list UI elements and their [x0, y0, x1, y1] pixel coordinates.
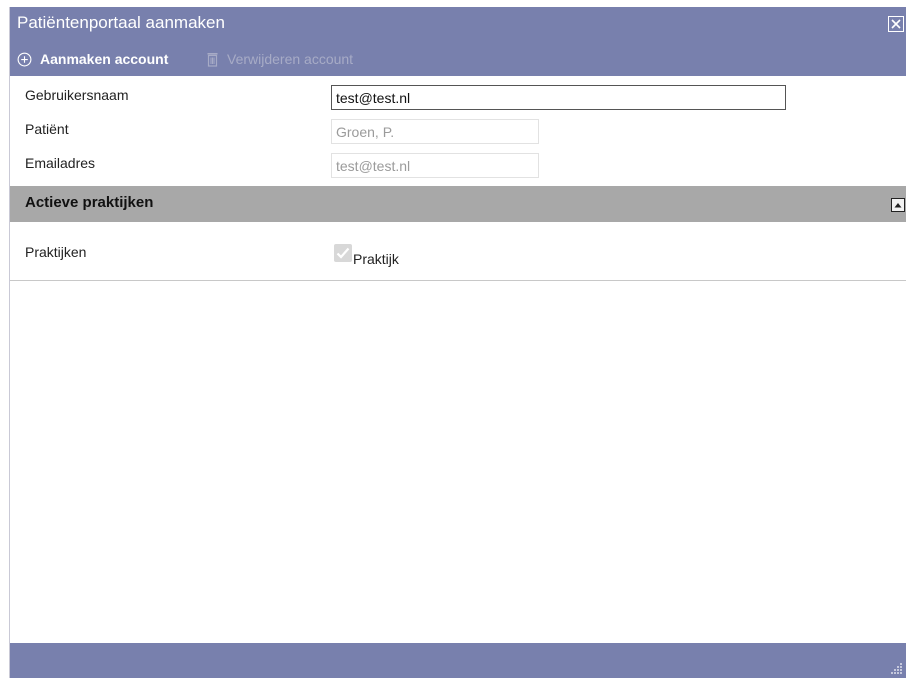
create-account-label: Aanmaken account: [40, 51, 169, 67]
practice-checkbox-label: Praktijk: [353, 251, 399, 267]
dialog-title: Patiëntenportaal aanmaken: [17, 13, 225, 32]
practices-label: Praktijken: [25, 244, 87, 260]
practice-checkbox[interactable]: [334, 244, 352, 262]
trash-icon: [206, 52, 219, 67]
collapse-button[interactable]: [891, 198, 905, 212]
username-label: Gebruikersnaam: [25, 87, 129, 103]
active-practices-header: Actieve praktijken: [10, 186, 906, 222]
username-row: Gebruikersnaam: [10, 83, 906, 113]
patient-row: Patiënt: [10, 117, 906, 147]
plus-circle-icon: [17, 52, 32, 67]
email-row: Emailadres: [10, 151, 906, 181]
resize-grip-icon[interactable]: [889, 661, 903, 675]
delete-account-label: Verwijderen account: [227, 51, 354, 67]
patient-field: [331, 119, 539, 144]
delete-account-button[interactable]: Verwijderen account: [206, 42, 353, 76]
email-field: [331, 153, 539, 178]
checkmark-icon: [336, 247, 350, 259]
title-bar: Patiëntenportaal aanmaken: [10, 7, 906, 42]
patient-label: Patiënt: [25, 121, 69, 137]
email-label: Emailadres: [25, 155, 96, 171]
collapse-icon: [894, 203, 902, 208]
toolbar: Aanmaken account Verwijderen account: [10, 42, 906, 76]
status-bar: [10, 643, 906, 678]
username-field[interactable]: [331, 85, 786, 110]
practice-checkbox-group: Praktijk: [334, 244, 399, 267]
practices-section: Praktijken Praktijk: [10, 222, 906, 281]
dialog-window: Patiëntenportaal aanmaken Aanmaken accou…: [9, 7, 906, 678]
close-button[interactable]: [888, 16, 904, 32]
create-account-button[interactable]: Aanmaken account: [17, 42, 168, 76]
section-title: Actieve praktijken: [25, 194, 154, 211]
close-icon: [891, 19, 901, 29]
